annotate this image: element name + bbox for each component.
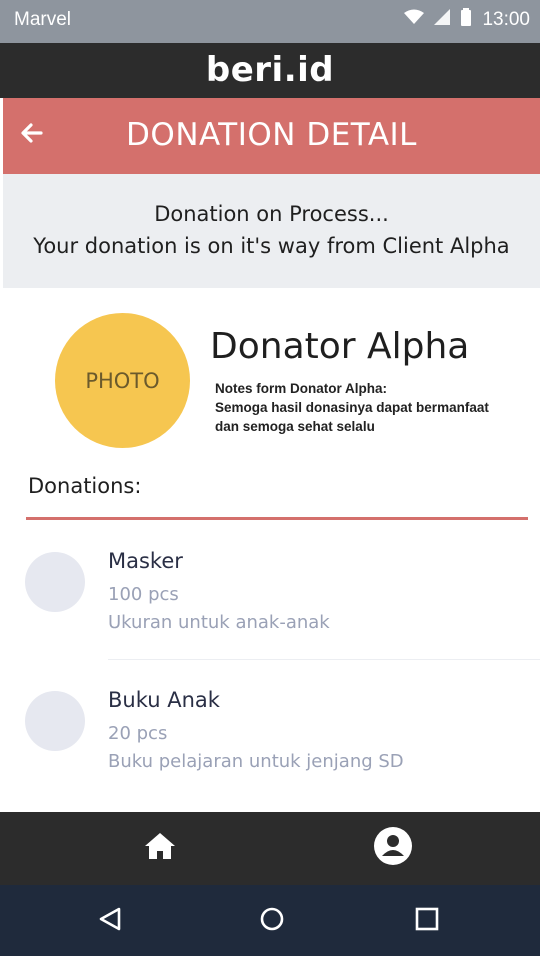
notes-label: Notes form Donator Alpha: xyxy=(215,381,387,396)
donations-heading: Donations: xyxy=(28,474,142,498)
item-quantity: 20 pcs xyxy=(108,723,168,744)
status-icons: 13:00 xyxy=(404,8,530,31)
list-item[interactable]: Masker 100 pcs Ukuran untuk anak-anak xyxy=(3,530,540,660)
nav-home-button[interactable] xyxy=(140,828,180,868)
battery-icon xyxy=(460,8,472,31)
item-name: Masker xyxy=(108,549,183,573)
donator-notes: Notes form Donator Alpha: Semoga hasil d… xyxy=(215,379,535,436)
wifi-icon xyxy=(404,9,425,30)
page-title-bar: DONATION DETAIL xyxy=(3,98,540,174)
list-divider xyxy=(108,659,540,660)
app-logo-title: beri.id xyxy=(205,50,335,90)
recents-square-icon xyxy=(415,907,439,936)
notice-status-text: Donation on Process... xyxy=(154,202,389,226)
donator-card: PHOTO Donator Alpha Notes form Donator A… xyxy=(3,288,540,463)
system-recents-button[interactable] xyxy=(409,903,445,939)
notes-line-1: Semoga hasil donasinya dapat bermanfaat xyxy=(215,400,489,415)
carrier-label: Marvel xyxy=(14,9,72,30)
item-avatar xyxy=(25,552,85,612)
section-divider xyxy=(26,517,528,520)
notes-line-2: dan semoga sehat selalu xyxy=(215,419,375,434)
status-bar: Marvel 13:00 xyxy=(0,0,540,43)
item-quantity: 100 pcs xyxy=(108,584,179,605)
signal-icon xyxy=(434,9,451,30)
bottom-navigation xyxy=(0,812,540,885)
account-icon xyxy=(373,826,413,871)
item-avatar xyxy=(25,691,85,751)
status-notice: Donation on Process... Your donation is … xyxy=(3,174,540,288)
item-description: Buku pelajaran untuk jenjang SD xyxy=(108,751,404,772)
home-icon xyxy=(143,831,177,866)
page-title: DONATION DETAIL xyxy=(126,117,417,153)
system-navigation-bar xyxy=(0,885,540,956)
item-name: Buku Anak xyxy=(108,688,220,712)
home-circle-icon xyxy=(259,906,285,937)
notice-detail-text: Your donation is on it's way from Client… xyxy=(33,234,510,258)
back-triangle-icon xyxy=(97,906,123,937)
app-header: beri.id xyxy=(0,43,540,98)
donator-name: Donator Alpha xyxy=(210,326,470,367)
list-item[interactable]: Buku Anak 20 pcs Buku pelajaran untuk je… xyxy=(3,669,540,799)
system-home-button[interactable] xyxy=(254,903,290,939)
donator-photo: PHOTO xyxy=(55,313,190,448)
photo-placeholder-label: PHOTO xyxy=(85,368,160,393)
system-back-button[interactable] xyxy=(92,903,128,939)
clock: 13:00 xyxy=(482,8,530,30)
nav-account-button[interactable] xyxy=(373,826,413,871)
item-description: Ukuran untuk anak-anak xyxy=(108,612,330,633)
